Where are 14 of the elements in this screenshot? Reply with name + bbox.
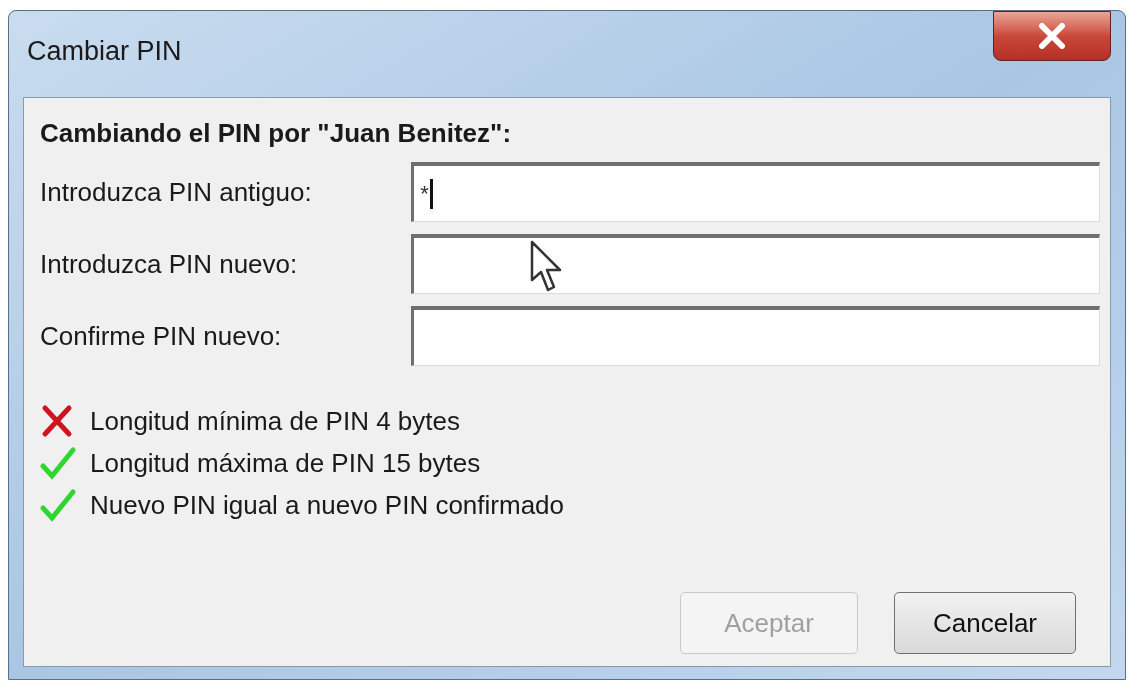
dialog-heading: Cambiando el PIN por "Juan Benitez": bbox=[40, 117, 513, 150]
close-icon bbox=[1037, 23, 1067, 49]
rule-text: Nuevo PIN igual a nuevo PIN confirmado bbox=[90, 489, 565, 521]
pin-field[interactable]: * bbox=[411, 162, 1100, 222]
rule-text: Longitud mínima de PIN 4 bytes bbox=[90, 405, 460, 437]
window-title: Cambiar PIN bbox=[27, 34, 182, 68]
pin-field[interactable] bbox=[411, 234, 1100, 294]
field-label: Introduzca PIN antiguo: bbox=[40, 175, 313, 209]
field-label: Introduzca PIN nuevo: bbox=[40, 247, 299, 281]
dialog-button[interactable]: Cancelar bbox=[894, 592, 1076, 654]
close-button[interactable] bbox=[993, 11, 1111, 61]
rule-text: Longitud máxima de PIN 15 bytes bbox=[90, 447, 481, 479]
field-label: Confirme PIN nuevo: bbox=[40, 319, 283, 353]
pin-field[interactable] bbox=[411, 306, 1100, 366]
